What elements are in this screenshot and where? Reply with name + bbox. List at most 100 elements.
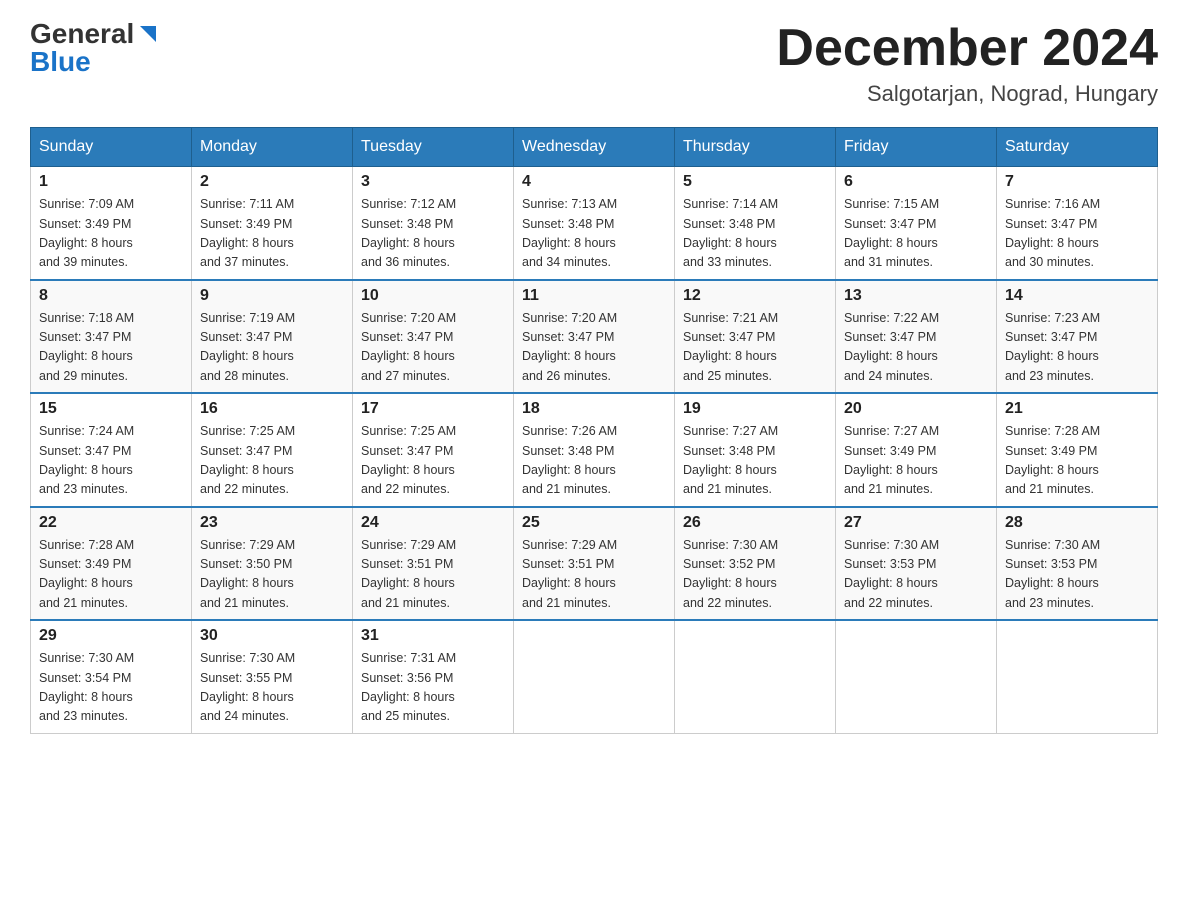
day-number: 28 [1005,514,1149,532]
day-info: Sunrise: 7:28 AMSunset: 3:49 PMDaylight:… [1005,422,1149,500]
day-number: 21 [1005,400,1149,418]
calendar-cell: 14 Sunrise: 7:23 AMSunset: 3:47 PMDayligh… [997,280,1158,394]
page-header: General Blue December 2024 Salgotarjan, … [30,20,1158,107]
day-info: Sunrise: 7:30 AMSunset: 3:54 PMDaylight:… [39,649,183,727]
day-info: Sunrise: 7:24 AMSunset: 3:47 PMDaylight:… [39,422,183,500]
day-info: Sunrise: 7:29 AMSunset: 3:50 PMDaylight:… [200,536,344,614]
calendar-cell: 25 Sunrise: 7:29 AMSunset: 3:51 PMDayligh… [514,507,675,621]
day-info: Sunrise: 7:30 AMSunset: 3:55 PMDaylight:… [200,649,344,727]
day-number: 29 [39,627,183,645]
day-info: Sunrise: 7:25 AMSunset: 3:47 PMDaylight:… [200,422,344,500]
calendar-cell: 6Sunrise: 7:15 AMSunset: 3:47 PMDaylight… [836,167,997,280]
calendar-cell: 8 Sunrise: 7:18 AMSunset: 3:47 PMDaylight… [31,280,192,394]
day-number: 23 [200,514,344,532]
day-number: 15 [39,400,183,418]
day-number: 14 [1005,287,1149,305]
calendar-table: SundayMondayTuesdayWednesdayThursdayFrid… [30,127,1158,734]
day-info: Sunrise: 7:18 AMSunset: 3:47 PMDaylight:… [39,309,183,387]
calendar-cell: 16 Sunrise: 7:25 AMSunset: 3:47 PMDayligh… [192,393,353,507]
day-number: 12 [683,287,827,305]
calendar-cell [675,620,836,733]
day-number: 10 [361,287,505,305]
day-number: 27 [844,514,988,532]
day-number: 7 [1005,173,1149,191]
calendar-cell: 10 Sunrise: 7:20 AMSunset: 3:47 PMDayligh… [353,280,514,394]
calendar-cell: 13 Sunrise: 7:22 AMSunset: 3:47 PMDayligh… [836,280,997,394]
logo-triangle-icon [136,22,158,44]
day-number: 20 [844,400,988,418]
day-number: 11 [522,287,666,305]
day-number: 4 [522,173,666,191]
calendar-cell: 4 Sunrise: 7:13 AMSunset: 3:48 PMDaylight… [514,167,675,280]
calendar-cell: 26 Sunrise: 7:30 AMSunset: 3:52 PMDayligh… [675,507,836,621]
calendar-cell: 7Sunrise: 7:16 AMSunset: 3:47 PMDaylight… [997,167,1158,280]
day-number: 1 [39,173,183,191]
weekday-header-monday: Monday [192,128,353,167]
calendar-cell: 15 Sunrise: 7:24 AMSunset: 3:47 PMDayligh… [31,393,192,507]
week-row-5: 29 Sunrise: 7:30 AMSunset: 3:54 PMDayligh… [31,620,1158,733]
calendar-cell: 3 Sunrise: 7:12 AMSunset: 3:48 PMDaylight… [353,167,514,280]
day-info: Sunrise: 7:23 AMSunset: 3:47 PMDaylight:… [1005,309,1149,387]
title-block: December 2024 Salgotarjan, Nograd, Hunga… [776,20,1158,107]
day-info: Sunrise: 7:26 AMSunset: 3:48 PMDaylight:… [522,422,666,500]
day-info: Sunrise: 7:15 AMSunset: 3:47 PMDaylight:… [844,195,988,273]
day-info: Sunrise: 7:20 AMSunset: 3:47 PMDaylight:… [522,309,666,387]
calendar-cell: 23 Sunrise: 7:29 AMSunset: 3:50 PMDayligh… [192,507,353,621]
day-number: 8 [39,287,183,305]
day-info: Sunrise: 7:29 AMSunset: 3:51 PMDaylight:… [361,536,505,614]
day-number: 16 [200,400,344,418]
day-info: Sunrise: 7:25 AMSunset: 3:47 PMDaylight:… [361,422,505,500]
day-number: 19 [683,400,827,418]
week-row-1: 1 Sunrise: 7:09 AMSunset: 3:49 PMDaylight… [31,167,1158,280]
calendar-cell: 24 Sunrise: 7:29 AMSunset: 3:51 PMDayligh… [353,507,514,621]
day-info: Sunrise: 7:30 AMSunset: 3:53 PMDaylight:… [844,536,988,614]
day-info: Sunrise: 7:14 AMSunset: 3:48 PMDaylight:… [683,195,827,273]
weekday-header-wednesday: Wednesday [514,128,675,167]
day-number: 22 [39,514,183,532]
day-number: 24 [361,514,505,532]
weekday-header-tuesday: Tuesday [353,128,514,167]
week-row-3: 15 Sunrise: 7:24 AMSunset: 3:47 PMDayligh… [31,393,1158,507]
day-number: 25 [522,514,666,532]
calendar-cell: 21 Sunrise: 7:28 AMSunset: 3:49 PMDayligh… [997,393,1158,507]
calendar-cell [997,620,1158,733]
calendar-cell: 12Sunrise: 7:21 AMSunset: 3:47 PMDayligh… [675,280,836,394]
weekday-header-saturday: Saturday [997,128,1158,167]
day-number: 26 [683,514,827,532]
day-number: 17 [361,400,505,418]
day-number: 5 [683,173,827,191]
week-row-2: 8 Sunrise: 7:18 AMSunset: 3:47 PMDaylight… [31,280,1158,394]
calendar-cell: 20Sunrise: 7:27 AMSunset: 3:49 PMDayligh… [836,393,997,507]
calendar-cell: 29 Sunrise: 7:30 AMSunset: 3:54 PMDayligh… [31,620,192,733]
week-row-4: 22Sunrise: 7:28 AMSunset: 3:49 PMDayligh… [31,507,1158,621]
day-number: 9 [200,287,344,305]
day-info: Sunrise: 7:13 AMSunset: 3:48 PMDaylight:… [522,195,666,273]
weekday-header-thursday: Thursday [675,128,836,167]
day-info: Sunrise: 7:12 AMSunset: 3:48 PMDaylight:… [361,195,505,273]
logo-blue-text: Blue [30,48,91,76]
day-info: Sunrise: 7:20 AMSunset: 3:47 PMDaylight:… [361,309,505,387]
calendar-cell: 1 Sunrise: 7:09 AMSunset: 3:49 PMDaylight… [31,167,192,280]
logo-general-text: General [30,20,134,48]
calendar-cell: 19Sunrise: 7:27 AMSunset: 3:48 PMDayligh… [675,393,836,507]
day-number: 30 [200,627,344,645]
day-info: Sunrise: 7:11 AMSunset: 3:49 PMDaylight:… [200,195,344,273]
calendar-cell: 2 Sunrise: 7:11 AMSunset: 3:49 PMDaylight… [192,167,353,280]
calendar-cell: 9Sunrise: 7:19 AMSunset: 3:47 PMDaylight… [192,280,353,394]
day-info: Sunrise: 7:30 AMSunset: 3:53 PMDaylight:… [1005,536,1149,614]
weekday-header-row: SundayMondayTuesdayWednesdayThursdayFrid… [31,128,1158,167]
calendar-cell: 31Sunrise: 7:31 AMSunset: 3:56 PMDayligh… [353,620,514,733]
weekday-header-sunday: Sunday [31,128,192,167]
day-info: Sunrise: 7:09 AMSunset: 3:49 PMDaylight:… [39,195,183,273]
day-number: 13 [844,287,988,305]
day-info: Sunrise: 7:31 AMSunset: 3:56 PMDaylight:… [361,649,505,727]
day-info: Sunrise: 7:29 AMSunset: 3:51 PMDaylight:… [522,536,666,614]
calendar-cell: 5 Sunrise: 7:14 AMSunset: 3:48 PMDaylight… [675,167,836,280]
month-title: December 2024 [776,20,1158,77]
day-number: 3 [361,173,505,191]
day-info: Sunrise: 7:30 AMSunset: 3:52 PMDaylight:… [683,536,827,614]
day-number: 2 [200,173,344,191]
day-number: 18 [522,400,666,418]
calendar-cell: 22Sunrise: 7:28 AMSunset: 3:49 PMDayligh… [31,507,192,621]
day-info: Sunrise: 7:22 AMSunset: 3:47 PMDaylight:… [844,309,988,387]
